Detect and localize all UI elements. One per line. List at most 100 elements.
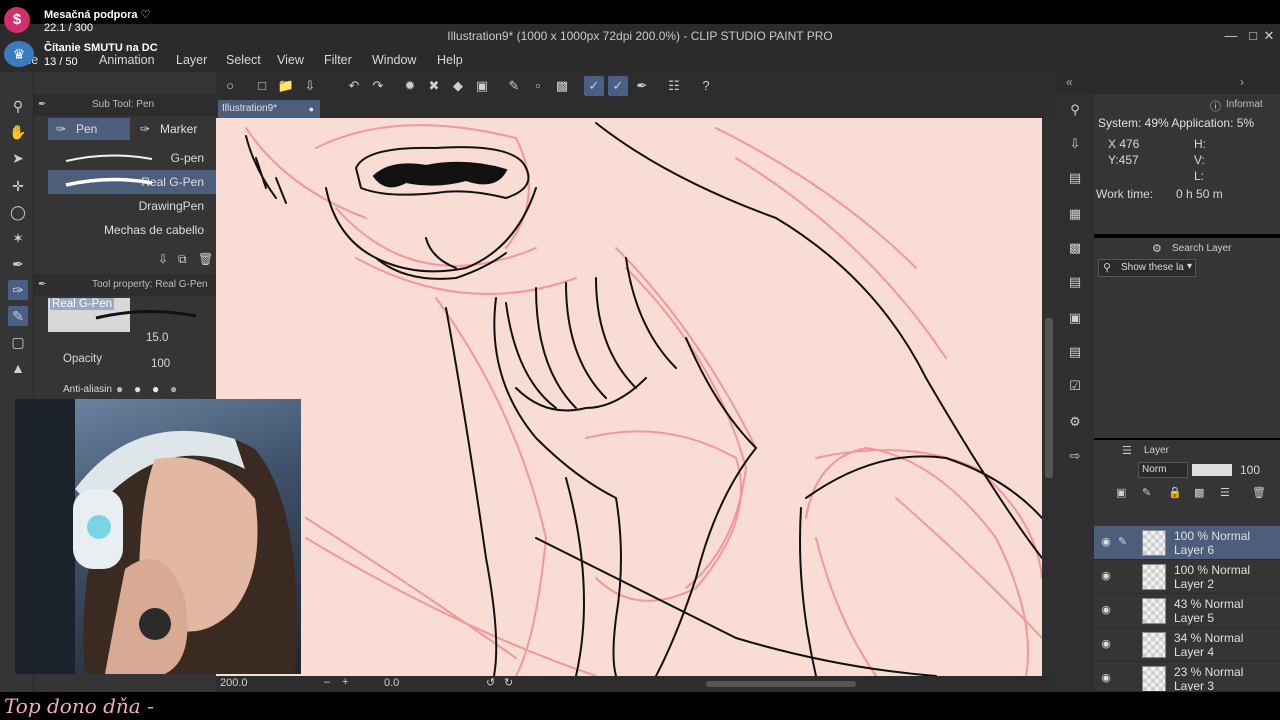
search-layer-header: Search Layer — [1172, 243, 1232, 254]
delete-subtool-icon[interactable]: 🗑 — [198, 252, 213, 266]
antialias-options[interactable]: ● ● ● ● — [116, 382, 196, 396]
sheet-icon[interactable]: ▤ — [1065, 272, 1085, 292]
close-icon[interactable]: ✕ — [1258, 24, 1280, 48]
fill-tool-icon[interactable]: ▲ — [8, 358, 28, 378]
new-subtool-icon[interactable]: ⧉ — [178, 252, 187, 267]
new-raster-layer-icon[interactable]: ▣ — [1116, 486, 1126, 499]
open-file-icon[interactable]: 📁 — [276, 76, 296, 96]
menu-filter[interactable]: Filter — [324, 48, 352, 72]
layer-row[interactable]: ◉ 23 % Normal Layer 3 — [1094, 662, 1280, 692]
zoom-out-icon[interactable]: – — [324, 676, 330, 688]
brush-g-pen[interactable]: G-pen — [48, 146, 216, 170]
material-icon[interactable]: ▤ — [1065, 168, 1085, 188]
layer-row[interactable]: ◉ 100 % Normal Layer 2 — [1094, 560, 1280, 594]
collapse-left-icon[interactable]: « — [1066, 75, 1073, 89]
brush-mechas-de-cabello[interactable]: Mechas de cabello — [48, 218, 216, 242]
brush-drawing-pen[interactable]: DrawingPen — [48, 194, 216, 218]
eyedropper-tool-icon[interactable]: ✒ — [8, 254, 28, 274]
menu-window[interactable]: Window — [372, 48, 416, 72]
scroll-thumb[interactable] — [1045, 318, 1053, 478]
clip-studio-icon[interactable]: ○ — [220, 76, 240, 96]
antialias-weak-icon[interactable]: ● — [134, 382, 141, 396]
rotate-right-icon[interactable]: ↻ — [504, 676, 513, 689]
copy-subtool-icon[interactable]: ⇩ — [158, 252, 168, 266]
hand-tool-icon[interactable]: ✋ — [8, 122, 28, 142]
layer-row[interactable]: ◉ ✎ 100 % Normal Layer 6 — [1094, 526, 1280, 560]
canvas-vertical-scrollbar[interactable] — [1042, 118, 1056, 676]
close-tab-icon[interactable]: ● — [309, 100, 314, 118]
layer-filter-select[interactable]: ⚲ Show these la ▾ — [1098, 259, 1196, 277]
reference-icon[interactable]: ☰ — [1220, 486, 1230, 499]
lasso-tool-icon[interactable]: ◯ — [8, 202, 28, 222]
crop-icon[interactable]: ✎ — [504, 76, 524, 96]
eye-icon[interactable]: ◉ — [1098, 637, 1114, 653]
delete-layer-icon[interactable]: 🗑 — [1252, 486, 1266, 499]
menu-layer[interactable]: Layer — [176, 48, 207, 72]
fill-icon[interactable]: ◆ — [448, 76, 468, 96]
image-icon[interactable]: ▣ — [1065, 308, 1085, 328]
snap-special-ruler-icon[interactable]: ✓ — [608, 76, 628, 96]
layer-row[interactable]: ◉ 34 % Normal Layer 4 — [1094, 628, 1280, 662]
tab-illustration9[interactable]: Illustration9* ● — [218, 100, 320, 118]
help-icon[interactable]: ? — [696, 76, 716, 96]
top-donation-text: Top dono dňa - — [4, 694, 154, 718]
export-icon[interactable]: ⇩ — [300, 76, 320, 96]
redo-icon[interactable]: ↷ — [368, 76, 388, 96]
drawing-canvas[interactable] — [216, 118, 1042, 676]
menu-select[interactable]: Select — [226, 48, 261, 72]
lock-icon[interactable]: 🔒 — [1168, 486, 1182, 499]
device-icon[interactable]: ☷ — [664, 76, 684, 96]
antialias-medium-icon[interactable]: ● — [152, 382, 159, 396]
pen-tool-icon[interactable]: ✑ — [8, 280, 28, 300]
menu-view[interactable]: View — [277, 48, 304, 72]
opacity-slider[interactable] — [1192, 464, 1232, 476]
undo-icon[interactable]: ↶ — [344, 76, 364, 96]
navigator-icon[interactable]: ⚲ — [1065, 100, 1085, 120]
grid-icon[interactable]: ▦ — [1065, 204, 1085, 224]
settings-icon[interactable]: ⚙ — [1065, 412, 1085, 432]
layer-opacity-value[interactable]: 100 — [1240, 463, 1260, 477]
object-tool-icon[interactable]: ➤ — [8, 148, 28, 168]
antialias-strong-icon[interactable]: ● — [170, 382, 177, 396]
eye-icon[interactable]: ◉ — [1098, 603, 1114, 619]
new-vector-layer-icon[interactable]: ✎ — [1142, 486, 1151, 499]
stack-icon[interactable]: ▤ — [1065, 342, 1085, 362]
eye-icon[interactable]: ◉ — [1098, 671, 1114, 687]
magic-wand-tool-icon[interactable]: ✶ — [8, 228, 28, 248]
mask-icon[interactable]: ▩ — [1194, 486, 1204, 499]
tab-marker[interactable]: ✑ Marker — [132, 118, 216, 140]
size-value[interactable]: 15.0 — [146, 332, 168, 344]
snap-grid-icon[interactable]: ✒ — [632, 76, 652, 96]
zoom-value[interactable]: 200.0 — [220, 677, 248, 689]
snap-ruler-icon[interactable]: ✓ — [584, 76, 604, 96]
menu-help[interactable]: Help — [437, 48, 463, 72]
collapse-right-icon[interactable]: › — [1240, 75, 1244, 89]
move-tool-icon[interactable]: ✛ — [8, 176, 28, 196]
eye-icon[interactable]: ◉ — [1098, 535, 1114, 551]
angle-value[interactable]: 0.0 — [384, 677, 399, 689]
minimize-icon[interactable]: — — [1220, 24, 1242, 48]
invert-icon[interactable]: ▩ — [552, 76, 572, 96]
transform-icon[interactable]: ▣ — [472, 76, 492, 96]
loading-icon[interactable]: ✹ — [400, 76, 420, 96]
pencil-tool-icon[interactable]: ✎ — [8, 306, 28, 326]
check-icon[interactable]: ☑ — [1065, 376, 1085, 396]
zoom-tool-icon[interactable]: ⚲ — [8, 96, 28, 116]
mesh-icon[interactable]: ▩ — [1065, 238, 1085, 258]
zoom-in-icon[interactable]: + — [342, 676, 348, 688]
tab-pen[interactable]: ✑ Pen — [48, 118, 130, 140]
antialias-none-icon[interactable]: ● — [116, 382, 123, 396]
rotate-left-icon[interactable]: ↺ — [486, 676, 495, 689]
horizontal-scroll-thumb[interactable] — [706, 681, 856, 687]
clear-icon[interactable]: ✖ — [424, 76, 444, 96]
eye-icon[interactable]: ◉ — [1098, 569, 1114, 585]
export-panel-icon[interactable]: ⇨ — [1065, 446, 1085, 466]
opacity-value[interactable]: 100 — [151, 358, 170, 370]
blend-mode-select[interactable]: Norm — [1138, 462, 1188, 478]
new-file-icon[interactable]: □ — [252, 76, 272, 96]
brush-real-g-pen[interactable]: Real G-Pen — [48, 170, 216, 194]
selection-launcher-icon[interactable]: ▫ — [528, 76, 548, 96]
layer-row[interactable]: ◉ 43 % Normal Layer 5 — [1094, 594, 1280, 628]
import-icon[interactable]: ⇩ — [1065, 134, 1085, 154]
eraser-tool-icon[interactable]: ▢ — [8, 332, 28, 352]
